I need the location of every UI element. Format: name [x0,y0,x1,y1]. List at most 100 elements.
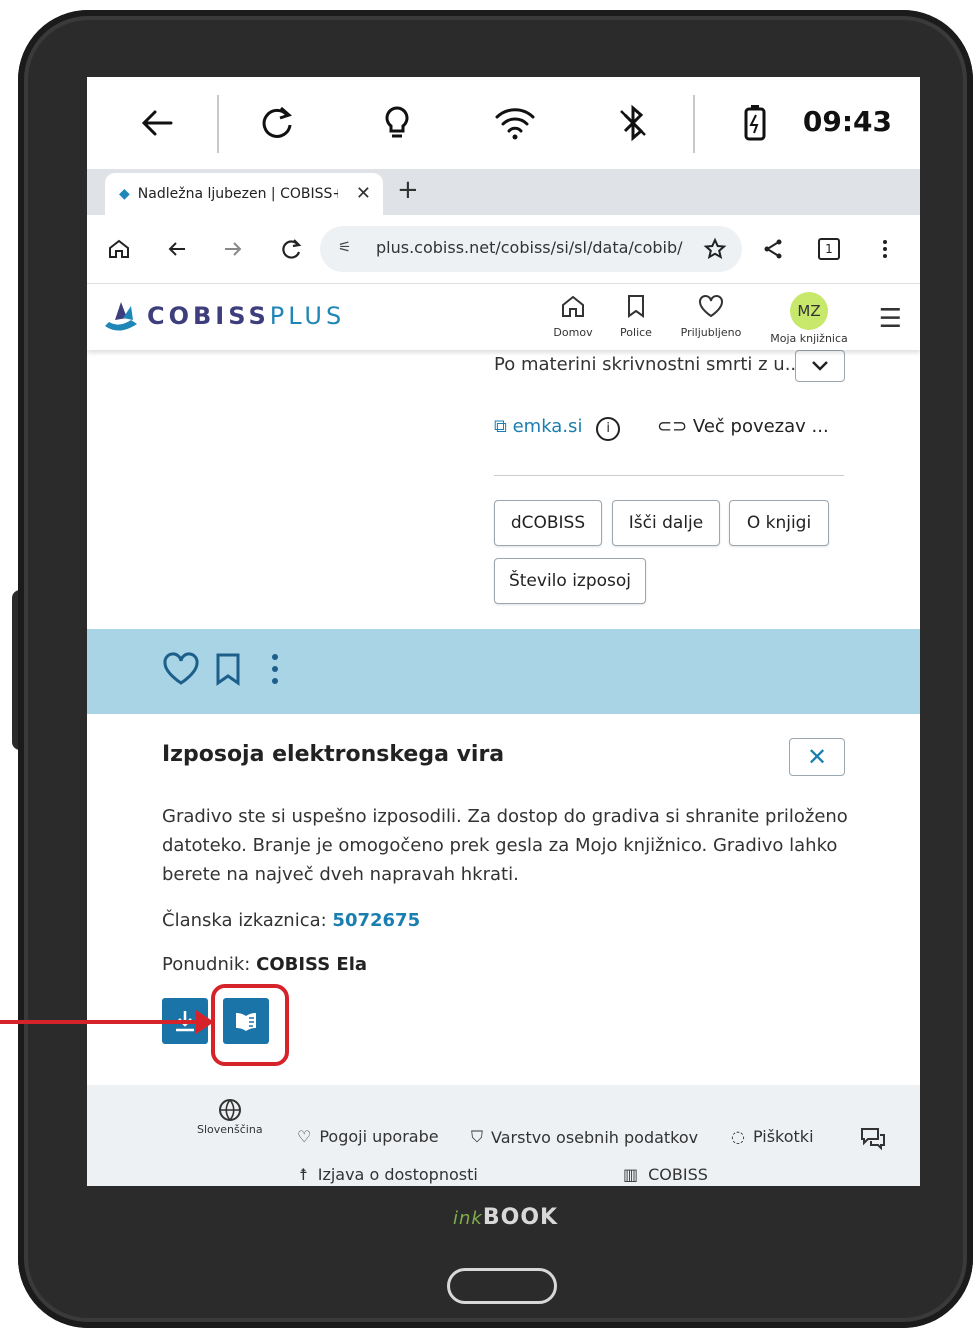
browser-tab[interactable]: ◆ Nadležna ljubezen | COBISS+ ✕ [105,173,383,215]
nav-shelves[interactable]: Police [596,292,676,339]
language-selector[interactable]: Slovenščina [197,1097,263,1136]
site-logo[interactable]: COBISSPLUS [147,302,345,330]
browser-forward-icon[interactable] [217,233,249,265]
search-more-button[interactable]: Išči dalje [612,500,720,546]
browser-back-icon[interactable] [161,233,193,265]
bulb-icon[interactable] [373,99,421,147]
site-settings-icon[interactable]: ⚟ [338,238,351,256]
loan-count-button[interactable]: Število izposoj [494,558,646,604]
more-links-text: Več povezav ... [692,416,829,437]
cookie-icon: ◌ [731,1127,745,1146]
accessibility-label: Izjava o dostopnosti [317,1165,478,1184]
bookmark-icon [628,295,644,318]
provider-line: Ponudnik: COBISS Ela [162,954,367,975]
tab-title: Nadležna ljubezen | COBISS+ [137,186,338,202]
about-book-button[interactable]: O knjigi [729,500,829,546]
tab-close-icon[interactable]: ✕ [356,183,371,204]
cookies-label: Piškotki [752,1127,814,1146]
heart-icon[interactable] [162,651,200,691]
membership-card-line: Članska izkaznica: 5072675 [162,910,420,931]
divider [494,475,844,476]
brand-book: BOOK [482,1205,559,1230]
hamburger-menu-icon[interactable]: ☰ [879,304,902,334]
card-number: 5072675 [332,910,421,931]
home-icon[interactable] [103,233,135,265]
separator [217,95,219,153]
refresh-icon[interactable] [253,99,301,147]
loan-panel-title: Izposoja elektronskega vira [162,742,505,767]
accessibility-link[interactable]: ☨ Izjava o dostopnosti [299,1165,478,1184]
clock-time: 09:43 [802,105,892,138]
brand-ink: ink [453,1208,483,1229]
bookmark-icon[interactable] [213,651,243,691]
close-icon: ✕ [806,743,828,771]
nav-my-library[interactable]: MZ Moja knjižnica [769,292,849,345]
nav-favorites[interactable]: Priljubljeno [671,292,751,339]
main-content: Po materini skrivnostni smrti z u... ⧉ e… [87,350,920,1186]
privacy-link[interactable]: ⛉ Varstvo osebnih podatkov [471,1127,698,1147]
system-status-bar: 09:43 [87,77,920,169]
series-dropdown-button[interactable] [795,350,845,382]
handshake-icon: ♡ [297,1127,312,1146]
device-brand-logo: inkBOOK [453,1205,558,1230]
heart-icon [699,295,723,318]
more-options-icon[interactable] [265,651,285,691]
tab-count: 1 [818,238,840,260]
shield-icon: ⛉ [471,1127,484,1146]
browser-toolbar: ⚟ plus.cobiss.net/cobiss/si/sl/data/cobi… [87,215,920,284]
annotation-arrow-head [196,1010,214,1034]
avatar: MZ [790,292,828,330]
cobiss-favicon-icon: ◆ [119,186,130,202]
provider-label: Ponudnik: [162,954,251,975]
share-icon[interactable] [757,233,789,265]
home-icon [562,295,584,317]
language-label: Slovenščina [197,1123,263,1136]
logo-bold-text: COBISS [147,302,270,330]
terms-label: Pogoji uporabe [319,1127,439,1146]
action-bar [87,629,920,714]
nav-favorites-label: Priljubljeno [680,326,742,339]
chevron-down-icon [812,361,828,371]
external-link-icon: ⧉ [494,416,507,437]
feedback-icon[interactable] [859,1125,887,1151]
url-text: plus.cobiss.net/cobiss/si/sl/data/cobib/ [376,238,683,257]
annotation-arrow [0,1020,200,1024]
emka-link-text: emka.si [512,416,583,437]
wifi-icon[interactable] [491,99,539,147]
browser-reload-icon[interactable] [275,233,307,265]
provider-name: COBISS Ela [256,954,368,975]
bookmark-star-icon[interactable] [699,233,731,265]
dcobiss-button[interactable]: dCOBISS [494,500,602,546]
address-bar[interactable]: ⚟ plus.cobiss.net/cobiss/si/sl/data/cobi… [320,226,742,272]
site-footer: Slovenščina ♡ Pogoji uporabe ⛉ Varstvo o… [87,1085,920,1186]
highlight-annotation [211,984,289,1066]
back-arrow-icon[interactable] [133,99,181,147]
separator [693,95,695,153]
tab-count-icon[interactable]: 1 [813,233,845,265]
cobiss-footer-label: COBISS [648,1165,708,1184]
terms-link[interactable]: ♡ Pogoji uporabe [297,1127,439,1146]
loan-panel-text: Gradivo ste si uspešno izposodili. Za do… [162,806,848,885]
cobiss-footer-link[interactable]: ▥ COBISS [623,1165,708,1184]
browser-menu-icon[interactable] [869,233,901,265]
close-panel-button[interactable]: ✕ [789,738,845,776]
series-dropdown-text: Po materini skrivnostni smrti z u... [494,354,802,375]
logo-plus-text: PLUS [269,302,346,330]
battery-icon [731,99,779,147]
globe-icon [218,1099,241,1121]
bluetooth-icon[interactable] [609,99,657,147]
card-label: Članska izkaznica: [162,910,327,931]
site-header: COBISSPLUS Domov Police Priljubljeno MZ … [87,284,920,350]
nav-shelves-label: Police [620,326,652,339]
info-icon[interactable]: i [596,417,621,441]
cookies-link[interactable]: ◌ Piškotki [731,1127,814,1146]
privacy-label: Varstvo osebnih podatkov [491,1127,699,1147]
cobiss-logo-icon[interactable] [101,296,145,340]
new-tab-icon[interactable]: + [397,175,419,205]
more-links[interactable]: ⊂⊃ Več povezav ... [657,416,829,437]
device-home-button[interactable] [447,1268,557,1304]
cobiss-book-icon: ▥ [623,1165,639,1184]
emka-link[interactable]: ⧉ emka.si i [494,416,621,441]
link-icon: ⊂⊃ [657,416,688,437]
browser-tab-strip: ◆ Nadležna ljubezen | COBISS+ ✕ + [87,169,920,215]
